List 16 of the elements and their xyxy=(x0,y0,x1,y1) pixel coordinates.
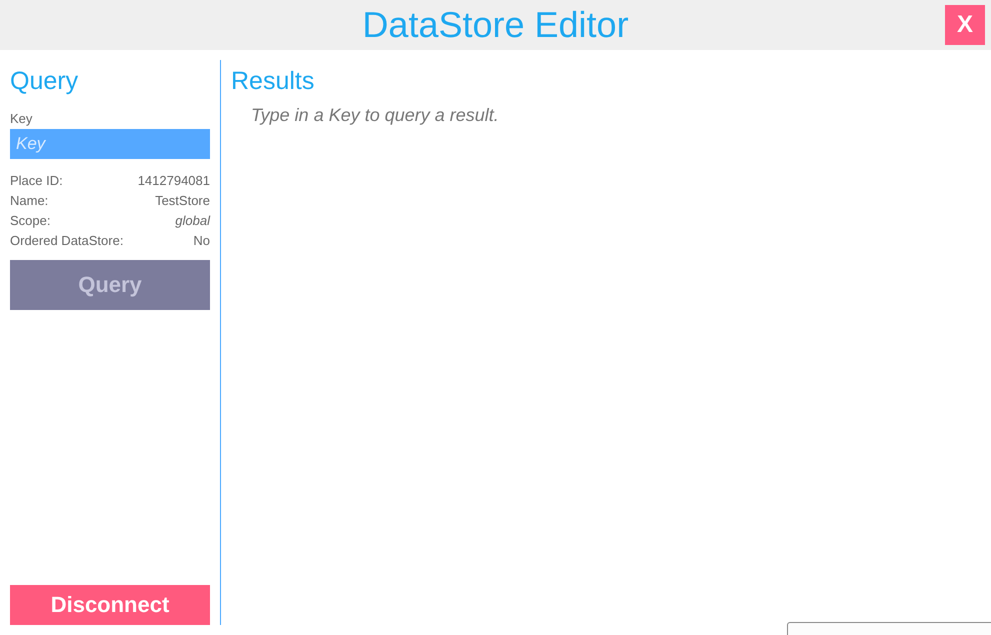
window-title: DataStore Editor xyxy=(362,4,629,46)
info-value: global xyxy=(175,212,210,230)
info-value: No xyxy=(193,232,210,250)
info-label: Place ID: xyxy=(10,172,63,190)
results-message: Type in a Key to query a result. xyxy=(251,105,500,126)
info-label: Ordered DataStore: xyxy=(10,232,124,250)
info-label: Scope: xyxy=(10,212,50,230)
panel-heading: Results xyxy=(231,66,316,96)
info-value: TestStore xyxy=(155,192,210,210)
key-field[interactable]: Key xyxy=(10,129,210,159)
info-value: 1412794081 xyxy=(138,172,210,190)
info-label: Name: xyxy=(10,192,48,210)
close-button[interactable]: X xyxy=(945,5,985,45)
field-label: Key xyxy=(10,111,34,127)
panel-heading: Query xyxy=(10,66,80,96)
disconnect-button[interactable]: Disconnect xyxy=(10,585,210,625)
